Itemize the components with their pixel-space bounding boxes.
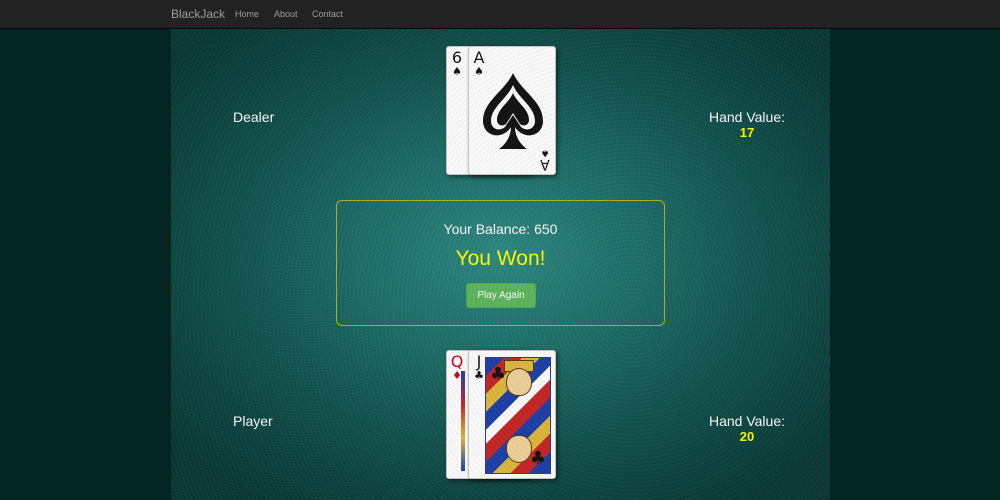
- result-panel: Your Balance: 650 You Won! Play Again: [336, 200, 665, 326]
- brand-link[interactable]: BlackJack: [171, 7, 225, 21]
- nav-contact-link[interactable]: Contact: [312, 9, 343, 19]
- club-icon: ♣: [490, 364, 507, 385]
- dealer-card-2: A ♠ A ♠: [468, 46, 556, 175]
- dealer-hand-value-number: 17: [739, 125, 755, 140]
- player-card-2: J ♣ ♣ ♣: [468, 350, 556, 479]
- card-rank: A: [473, 48, 485, 67]
- face-icon: [506, 435, 532, 463]
- card-corner: 6 ♠: [450, 48, 464, 78]
- nav-about-link[interactable]: About: [274, 9, 298, 19]
- club-icon: ♣: [529, 448, 546, 469]
- card-corner-bottom: A ♠: [538, 147, 552, 172]
- card-rank: Q: [450, 352, 464, 371]
- dealer-hand-value: Hand Value: 17: [702, 109, 792, 140]
- blackjack-table: Dealer 6 ♠ A ♠ A ♠ Hand Value: 17 Your B…: [171, 29, 830, 500]
- dealer-hand-value-label: Hand Value:: [708, 109, 785, 125]
- dealer-label: Dealer: [233, 109, 275, 125]
- player-label: Player: [233, 413, 273, 429]
- player-hand-value-label: Hand Value:: [708, 413, 785, 429]
- card-rank-bottom: A: [540, 156, 550, 172]
- card-rank: 6: [451, 48, 463, 67]
- card-suit-bottom: ♠: [540, 147, 550, 158]
- card-suit: ♣: [474, 369, 484, 382]
- card-corner: J ♣: [472, 352, 486, 382]
- spade-icon: [483, 73, 543, 149]
- balance-text: Your Balance: 650: [443, 221, 558, 237]
- navbar: BlackJack Home About Contact: [0, 0, 1000, 29]
- card-rank: J: [476, 352, 482, 371]
- nav-home-link[interactable]: Home: [235, 9, 259, 19]
- result-text: You Won!: [455, 247, 546, 270]
- queen-face-edge: [461, 371, 465, 471]
- player-hand-value: Hand Value: 20: [702, 413, 792, 444]
- card-suit: ♠: [452, 65, 462, 78]
- face-icon: [506, 368, 532, 396]
- play-again-button[interactable]: Play Again: [466, 283, 536, 308]
- player-hand-value-number: 20: [739, 429, 755, 444]
- jack-face-image: ♣ ♣: [485, 357, 551, 474]
